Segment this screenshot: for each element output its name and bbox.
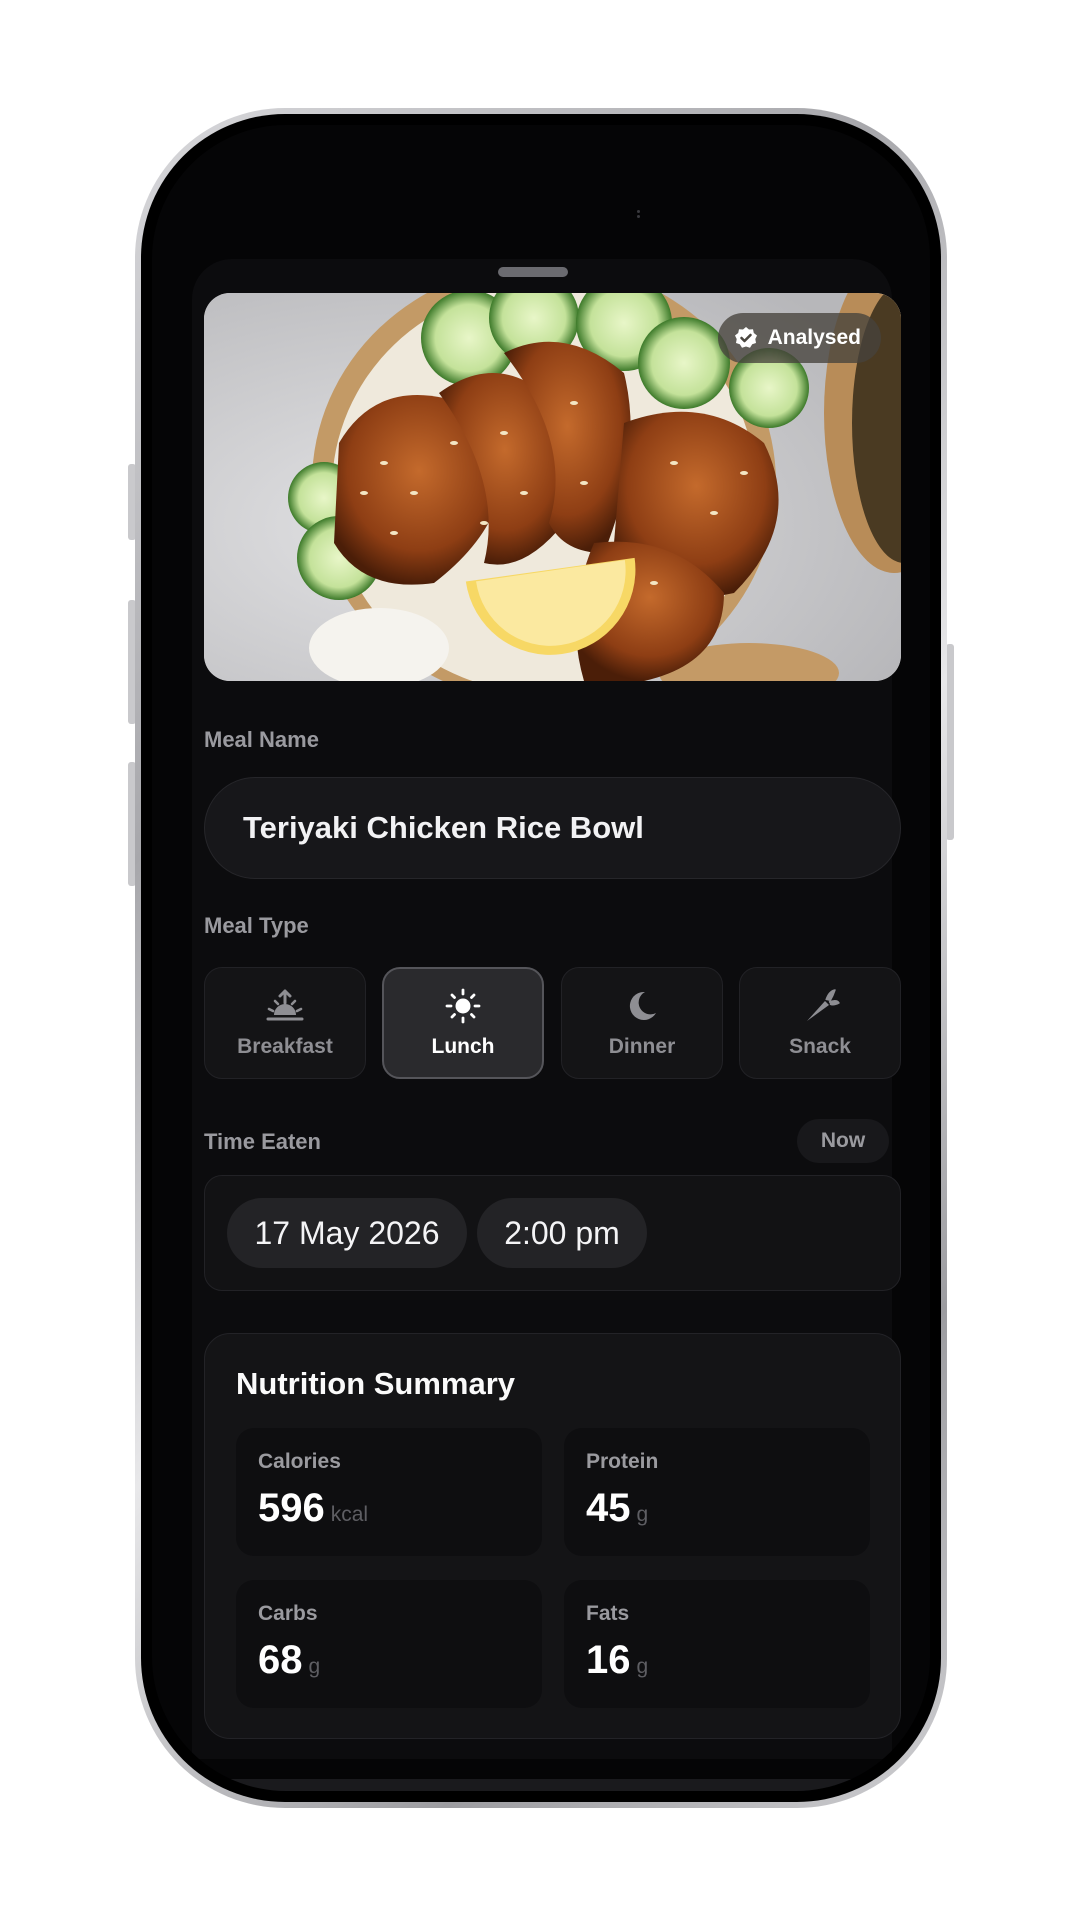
- carrot-icon: [807, 989, 840, 1021]
- meal-type-label: Meal Type: [204, 913, 309, 938]
- time-eaten-box: 17 May 2026 2:00 pm: [204, 1175, 901, 1291]
- nutrition-calories: Calories 596 kcal: [236, 1428, 542, 1556]
- meal-type-snack[interactable]: Snack: [739, 967, 901, 1079]
- screen: Analysed Meal Name Teriyaki Chicken Rice…: [152, 125, 930, 1791]
- nutrition-carbs: Carbs 68 g: [236, 1580, 542, 1708]
- camera-dots: [636, 208, 641, 222]
- calories-label: Calories: [258, 1450, 341, 1473]
- analysed-badge: Analysed: [717, 313, 881, 363]
- check-badge-icon: [734, 327, 757, 348]
- date-picker[interactable]: 17 May 2026: [227, 1198, 467, 1268]
- meal-name-input[interactable]: Teriyaki Chicken Rice Bowl: [204, 777, 901, 879]
- meal-type-dinner-label: Dinner: [608, 1035, 676, 1058]
- protein-unit: g: [636, 1503, 649, 1526]
- nutrition-title: Nutrition Summary: [236, 1366, 516, 1401]
- fats-value: 16: [586, 1638, 631, 1682]
- power-button: [946, 644, 954, 840]
- nutrition-protein: Protein 45 g: [564, 1428, 870, 1556]
- sun-icon: [445, 988, 481, 1024]
- meal-type-breakfast[interactable]: Breakfast: [204, 967, 366, 1079]
- meal-type-dinner[interactable]: Dinner: [561, 967, 723, 1079]
- meal-type-breakfast-label: Breakfast: [237, 1035, 333, 1058]
- meal-type-selector: Breakfast Lunch Dinner Snack: [204, 967, 901, 1079]
- time-eaten-label: Time Eaten: [204, 1129, 321, 1154]
- nutrition-fats: Fats 16 g: [564, 1580, 870, 1708]
- sheet-grabber[interactable]: [498, 267, 568, 277]
- phone-frame: Analysed Meal Name Teriyaki Chicken Rice…: [135, 108, 947, 1808]
- protein-value: 45: [586, 1486, 631, 1530]
- phone-bezel: Analysed Meal Name Teriyaki Chicken Rice…: [141, 114, 941, 1802]
- protein-label: Protein: [586, 1450, 659, 1473]
- meal-type-snack-label: Snack: [789, 1035, 851, 1058]
- moon-icon: [629, 991, 656, 1020]
- time-picker[interactable]: 2:00 pm: [477, 1198, 647, 1268]
- meal-sheet: Analysed Meal Name Teriyaki Chicken Rice…: [192, 259, 901, 1791]
- now-button[interactable]: Now: [797, 1119, 889, 1163]
- sunrise-icon: [266, 989, 304, 1021]
- carbs-label: Carbs: [258, 1602, 318, 1625]
- meal-name-label: Meal Name: [204, 727, 319, 752]
- nutrition-summary-card: Nutrition Summary Calories 596 kcal Prote…: [204, 1333, 901, 1739]
- meal-name-value: Teriyaki Chicken Rice Bowl: [243, 810, 644, 845]
- calories-value: 596: [258, 1486, 325, 1530]
- carbs-unit: g: [308, 1655, 321, 1678]
- fats-label: Fats: [586, 1602, 630, 1625]
- meal-type-lunch-label: Lunch: [431, 1035, 495, 1058]
- meal-photo: Analysed: [204, 293, 901, 681]
- next-section-card: [204, 1779, 901, 1791]
- calories-unit: kcal: [330, 1503, 369, 1526]
- carbs-value: 68: [258, 1638, 303, 1682]
- meal-type-lunch[interactable]: Lunch: [382, 967, 544, 1079]
- fats-unit: g: [636, 1655, 649, 1678]
- analysed-label: Analysed: [767, 326, 861, 349]
